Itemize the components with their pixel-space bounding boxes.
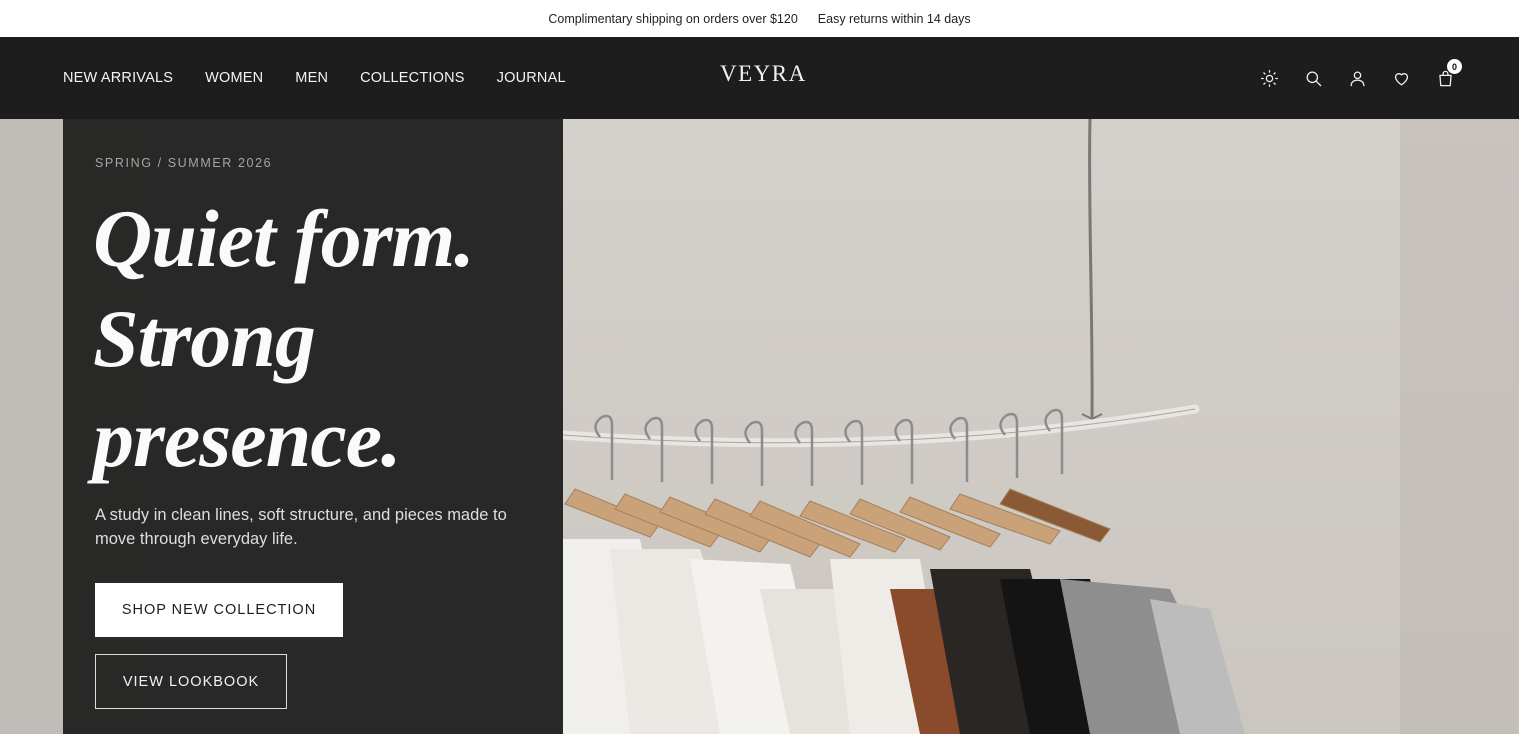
account-button[interactable] [1346, 67, 1368, 89]
user-icon [1350, 71, 1364, 86]
theme-toggle-button[interactable] [1258, 67, 1280, 89]
view-lookbook-button[interactable]: VIEW LOOKBOOK [95, 654, 287, 709]
nav-link-men[interactable]: MEN [295, 70, 328, 86]
nav-link-journal[interactable]: JOURNAL [497, 70, 566, 86]
shop-new-collection-button[interactable]: SHOP NEW COLLECTION [95, 583, 343, 637]
search-icon [1306, 71, 1321, 86]
nav-link-collections[interactable]: COLLECTIONS [360, 70, 465, 86]
brand-logo[interactable]: VEYRA [720, 61, 807, 87]
header-icons: 0 [1258, 37, 1462, 119]
hero-headline-line-2: Strong [93, 293, 316, 384]
heart-icon [1394, 72, 1408, 85]
hero-headline-line-3: presence. [93, 393, 402, 484]
main-nav: NEW ARRIVALS WOMEN MEN COLLECTIONS JOURN… [0, 37, 1519, 119]
cart-button[interactable]: 0 [1434, 59, 1462, 89]
announcement-returns: Easy returns within 14 days [817, 11, 971, 26]
search-button[interactable] [1302, 67, 1324, 89]
cart-count-badge: 0 [1447, 59, 1462, 74]
nav-link-new-arrivals[interactable]: NEW ARRIVALS [63, 70, 173, 86]
hero-section: SPRING / SUMMER 2026 Quiet form. Strong … [0, 119, 1519, 734]
nav-link-women[interactable]: WOMEN [205, 70, 263, 86]
sun-icon [1260, 69, 1278, 87]
hero-headline-line-1: Quiet form. [93, 193, 475, 284]
hero-headline: Quiet form. Strong presence. [93, 189, 533, 489]
nav-links: NEW ARRIVALS WOMEN MEN COLLECTIONS JOURN… [63, 37, 566, 119]
wishlist-button[interactable] [1390, 67, 1412, 89]
hero-panel: SPRING / SUMMER 2026 Quiet form. Strong … [63, 119, 563, 734]
announcement-shipping: Complimentary shipping on orders over $1… [548, 11, 798, 26]
hero-eyebrow: SPRING / SUMMER 2026 [95, 156, 273, 170]
announcement-bar: Complimentary shipping on orders over $1… [0, 0, 1519, 37]
hero-subtext: A study in clean lines, soft structure, … [95, 506, 507, 548]
